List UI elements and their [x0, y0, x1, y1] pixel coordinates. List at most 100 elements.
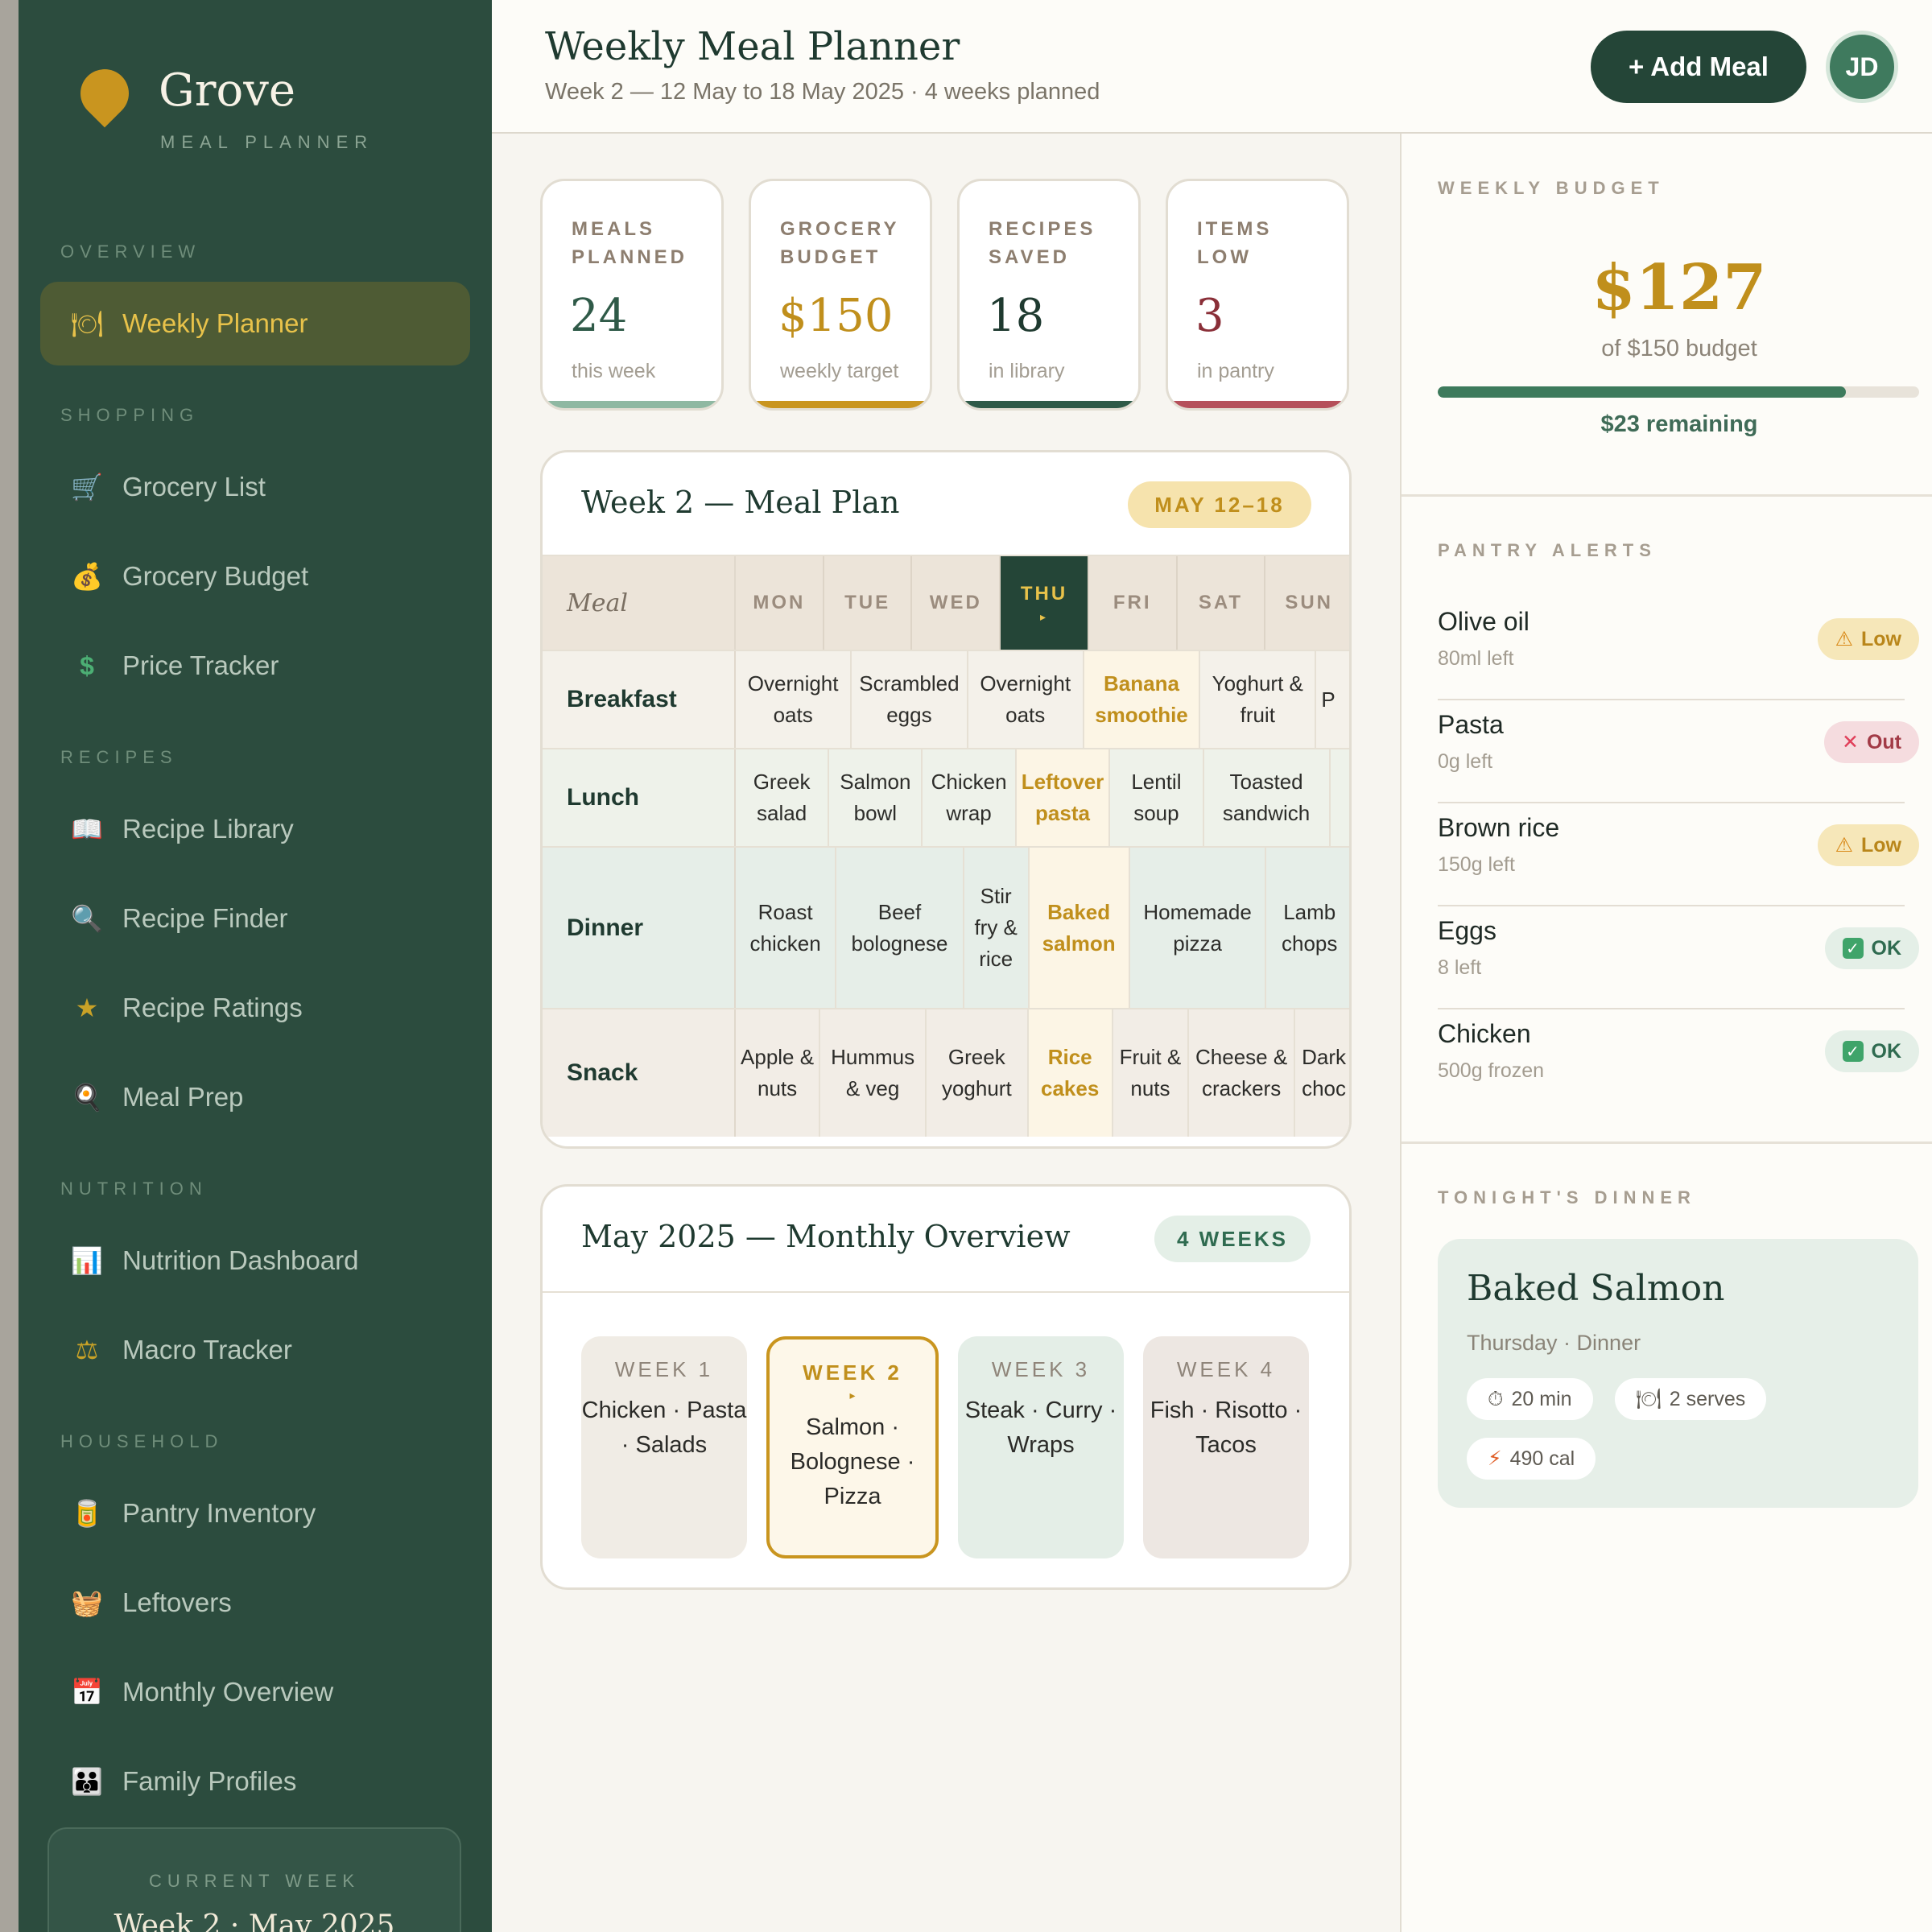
pantry-alert-eggs[interactable]: Eggs 8 left ✓ OK [1438, 906, 1919, 1009]
sidebar-item-pantry-inventory[interactable]: 🥫 Pantry Inventory [40, 1472, 470, 1555]
stat-card-meals-planned[interactable]: MEALS PLANNED 24 this week [540, 179, 724, 411]
brand-name: Grove [159, 64, 295, 117]
meal-cell[interactable] [1331, 749, 1349, 846]
tonights-dinner-card[interactable]: Baked Salmon Thursday · Dinner ⏱ 20 min … [1438, 1239, 1918, 1508]
section-divider [1402, 494, 1932, 497]
grove-logo-icon [70, 59, 139, 128]
stat-card-recipes-saved[interactable]: RECIPES SAVED 18 in library [957, 179, 1141, 411]
pantry-item-name: Brown rice [1438, 813, 1560, 842]
pantry-item-name: Pasta [1438, 710, 1504, 739]
status-badge: ⚠ Low [1817, 824, 1919, 866]
meal-cell[interactable]: Stir fry & rice [964, 848, 1030, 1008]
meal-cell-today[interactable]: Banana smoothie [1084, 651, 1201, 748]
sidebar-item-recipe-finder[interactable]: 🔍 Recipe Finder [40, 877, 470, 960]
sidebar-item-recipe-library[interactable]: 📖 Recipe Library [40, 787, 470, 871]
sidebar-item-macro-tracker[interactable]: ⚖ Macro Tracker [40, 1308, 470, 1392]
week-range-badge: MAY 12–18 [1128, 481, 1311, 528]
stat-card-grocery-budget[interactable]: GROCERY BUDGET $150 weekly target [749, 179, 932, 411]
pantry-alert-pasta[interactable]: Pasta 0g left ✕ Out [1438, 700, 1919, 803]
meal-cell[interactable]: Fruit & nuts [1113, 1009, 1190, 1137]
meal-cell[interactable]: Greek salad [736, 749, 830, 846]
warning-icon: ⚠ [1835, 834, 1853, 857]
stat-label: GROCERY BUDGET [780, 218, 900, 268]
meal-row-label: Dinner [543, 848, 736, 1008]
page-title: Weekly Meal Planner [545, 24, 960, 69]
sidebar-item-monthly-overview[interactable]: 📅 Monthly Overview [40, 1650, 470, 1734]
cart-icon: 🛒 [71, 473, 103, 502]
meal-cell[interactable]: Chicken wrap [923, 749, 1017, 846]
avatar[interactable]: JD [1826, 31, 1898, 103]
day-header-thu[interactable]: THU ▸ [1001, 556, 1089, 650]
pantry-alert-olive-oil[interactable]: Olive oil 80ml left ⚠ Low [1438, 597, 1919, 700]
week-card-2[interactable]: WEEK 2 ▸ Salmon · Bolognese · Pizza [766, 1336, 939, 1558]
dinner-name: Baked Salmon [1467, 1268, 1725, 1309]
pantry-item-qty: 150g left [1438, 853, 1515, 876]
day-label: SUN [1285, 592, 1333, 613]
meal-cell-today[interactable]: Leftover pasta [1016, 749, 1111, 846]
status-badge: ✕ Out [1824, 721, 1919, 763]
meal-cell[interactable]: Hummus & veg [820, 1009, 927, 1137]
meal-cell[interactable]: Overnight oats [736, 651, 852, 748]
meal-row-snack: Snack Apple & nuts Hummus & veg Greek yo… [543, 1008, 1349, 1137]
status-badge: ⚠ Low [1817, 618, 1919, 660]
meal-cell[interactable]: Yoghurt & fruit [1200, 651, 1317, 748]
add-meal-button[interactable]: + Add Meal [1591, 31, 1806, 103]
meal-cell[interactable]: Roast chicken [736, 848, 837, 1008]
meal-cell[interactable]: P [1316, 651, 1349, 748]
meal-cell[interactable]: Homemade pizza [1130, 848, 1267, 1008]
day-header-tue[interactable]: TUE [824, 556, 913, 650]
page-subtitle: Week 2 — 12 May to 18 May 2025 · 4 weeks… [545, 79, 1100, 105]
sidebar-item-meal-prep[interactable]: 🍳 Meal Prep [40, 1055, 470, 1139]
warning-icon: ⚠ [1835, 628, 1853, 650]
day-header-sat[interactable]: SAT [1178, 556, 1266, 650]
day-label: FRI [1113, 592, 1152, 613]
week-label: WEEK 2 [803, 1360, 902, 1385]
pantry-item-name: Olive oil [1438, 607, 1530, 636]
stat-note: in pantry [1197, 360, 1274, 382]
meal-cell[interactable]: Scrambled eggs [852, 651, 968, 748]
meal-cell[interactable]: Overnight oats [968, 651, 1084, 748]
sidebar-item-recipe-ratings[interactable]: ★ Recipe Ratings [40, 966, 470, 1050]
day-label: TUE [844, 592, 891, 613]
sidebar-item-label: Recipe Finder [122, 903, 288, 933]
week-card-3[interactable]: WEEK 3 Steak · Curry · Wraps [958, 1336, 1124, 1558]
stat-label: RECIPES SAVED [989, 218, 1096, 268]
meal-cell[interactable]: Salmon bowl [829, 749, 923, 846]
pantry-alert-chicken[interactable]: Chicken 500g frozen ✓ OK [1438, 1009, 1919, 1113]
sidebar-item-leftovers[interactable]: 🧺 Leftovers [40, 1561, 470, 1645]
sidebar-item-nutrition-dashboard[interactable]: 📊 Nutrition Dashboard [40, 1219, 470, 1302]
sidebar-item-family-profiles[interactable]: 👪 Family Profiles [40, 1740, 470, 1823]
brand: Grove MEAL PLANNER [60, 59, 463, 161]
meal-cell[interactable]: Lentil soup [1110, 749, 1204, 846]
stat-card-items-low[interactable]: ITEMS LOW 3 in pantry [1166, 179, 1349, 411]
meal-cell[interactable]: Lamb chops [1266, 848, 1349, 1008]
sidebar-item-label: Pantry Inventory [122, 1498, 316, 1528]
meal-cell[interactable]: Dark choc [1295, 1009, 1349, 1137]
meal-cell[interactable]: Toasted sandwich [1204, 749, 1331, 846]
week-card-1[interactable]: WEEK 1 Chicken · Pasta · Salads [581, 1336, 747, 1558]
day-header-fri[interactable]: FRI [1089, 556, 1178, 650]
week-card-4[interactable]: WEEK 4 Fish · Risotto · Tacos [1143, 1336, 1309, 1558]
sidebar-item-grocery-list[interactable]: 🛒 Grocery List [40, 445, 470, 529]
meal-cell-today[interactable]: Baked salmon [1029, 848, 1130, 1008]
meal-cell[interactable]: Greek yoghurt [927, 1009, 1029, 1137]
stat-accent-bar [1168, 401, 1347, 408]
jar-icon: 🥫 [71, 1499, 103, 1528]
meal-cell[interactable]: Apple & nuts [736, 1009, 821, 1137]
budget-progress-bar [1438, 386, 1919, 398]
day-header-wed[interactable]: WED [912, 556, 1001, 650]
pantry-item-qty: 500g frozen [1438, 1059, 1545, 1082]
dinner-meta: Thursday · Dinner [1467, 1331, 1641, 1355]
meal-row-breakfast: Breakfast Overnight oats Scrambled eggs … [543, 650, 1349, 748]
meal-cell[interactable]: Cheese & crackers [1189, 1009, 1296, 1137]
sidebar-item-weekly-planner[interactable]: 🍽 Weekly Planner [40, 282, 470, 365]
sidebar-item-price-tracker[interactable]: $ Price Tracker [40, 624, 470, 708]
meal-cell-today[interactable]: Rice cakes [1028, 1009, 1113, 1137]
meal-cell[interactable]: Beef bolognese [836, 848, 964, 1008]
current-week-marker-icon: ▸ [849, 1389, 856, 1402]
sidebar-item-label: Grocery List [122, 472, 266, 502]
sidebar-item-grocery-budget[interactable]: 💰 Grocery Budget [40, 535, 470, 618]
day-header-sun[interactable]: SUN [1265, 556, 1349, 650]
pantry-alert-brown-rice[interactable]: Brown rice 150g left ⚠ Low [1438, 803, 1919, 906]
day-header-mon[interactable]: MON [736, 556, 824, 650]
